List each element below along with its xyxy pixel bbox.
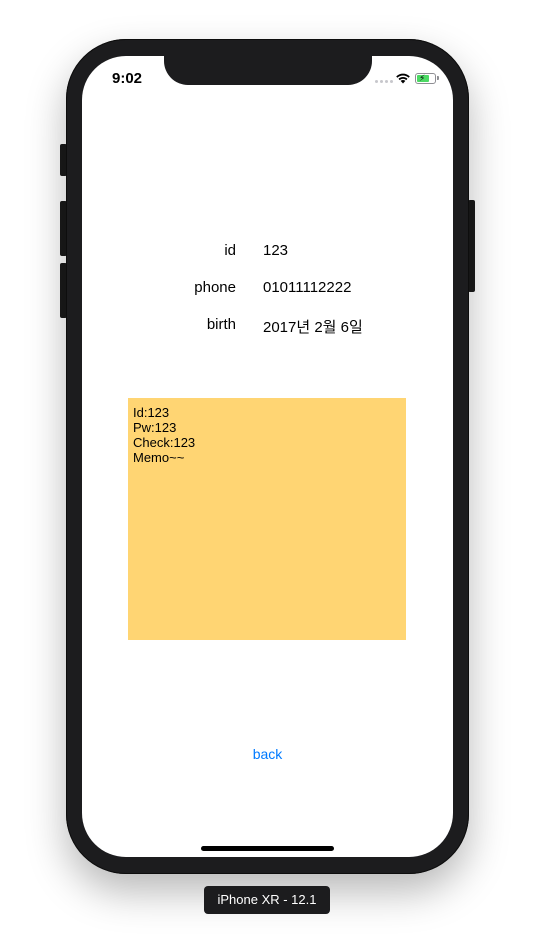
battery-icon: ⚡ xyxy=(415,73,436,84)
power-button xyxy=(468,200,475,292)
memo-text-view[interactable]: Id:123 Pw:123 Check:123 Memo~~ xyxy=(128,398,406,640)
phone-value: 01011112222 xyxy=(263,279,352,296)
birth-label: birth xyxy=(206,316,236,333)
back-button[interactable]: back xyxy=(82,746,453,762)
battery-tip xyxy=(437,76,439,80)
simulator-device-label: iPhone XR - 12.1 xyxy=(204,886,330,914)
wifi-icon xyxy=(396,73,410,84)
notch xyxy=(164,56,372,85)
birth-value: 2017년 2월 6일 xyxy=(263,319,363,336)
phone-label: phone xyxy=(194,279,236,296)
id-value: 123 xyxy=(263,242,289,259)
status-time: 9:02 xyxy=(112,70,143,87)
id-label: id xyxy=(224,242,236,259)
phone-screen: 9:02 ⚡ id 123 phone 01011112222 birth 20… xyxy=(82,56,453,857)
cellular-signal-icon xyxy=(375,80,393,83)
home-indicator xyxy=(201,846,334,851)
